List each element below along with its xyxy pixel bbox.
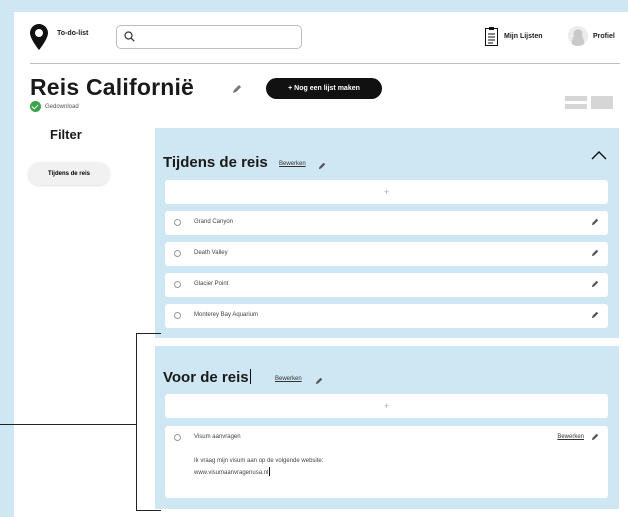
edit-pencil-icon[interactable] xyxy=(318,162,326,170)
edit-pencil-icon[interactable] xyxy=(591,249,599,257)
section-title-text: Voor de reis xyxy=(163,369,249,386)
annotation-bracket-bottom xyxy=(136,510,161,511)
annotation-bracket xyxy=(136,333,137,511)
edit-pencil-icon[interactable] xyxy=(232,84,242,94)
annotation-line xyxy=(0,424,136,425)
edit-pencil-icon[interactable] xyxy=(591,280,599,288)
item-checkbox[interactable] xyxy=(174,281,181,288)
list-section-tijdens-de-reis: Tijdens de reis Bewerken + Grand Canyon … xyxy=(155,128,619,338)
edit-pencil-icon[interactable] xyxy=(315,377,323,385)
my-lists-button[interactable]: Mijn Lijsten xyxy=(485,25,543,47)
list-item-expanded[interactable]: Visum aanvragen Bewerken Ik vraag mijn v… xyxy=(165,426,608,498)
checklist-icon xyxy=(485,26,498,46)
edit-item-link[interactable]: Bewerken xyxy=(557,434,584,440)
edit-section-link[interactable]: Bewerken xyxy=(275,376,302,382)
section-title: Tijdens de reis xyxy=(163,154,268,171)
item-note-field[interactable]: Ik vraag mijn visum aan op de volgende w… xyxy=(194,456,323,479)
page-title: Reis Californië xyxy=(30,74,195,100)
note-line: www.visumaanvragenusa.nl xyxy=(194,470,269,476)
item-label: Glacier Point xyxy=(194,281,229,287)
item-checkbox[interactable] xyxy=(174,250,181,257)
item-checkbox[interactable] xyxy=(174,434,181,441)
app-name[interactable]: To-do-list xyxy=(57,30,88,37)
search-input[interactable] xyxy=(139,29,297,45)
add-item-row[interactable]: + xyxy=(165,394,608,418)
item-label: Death Valley xyxy=(194,250,228,256)
my-lists-label: Mijn Lijsten xyxy=(504,32,543,40)
annotation-bracket-top xyxy=(136,333,161,334)
text-cursor xyxy=(249,369,251,384)
avatar xyxy=(568,26,588,46)
note-line: Ik vraag mijn visum aan op de volgende w… xyxy=(194,458,324,464)
item-checkbox[interactable] xyxy=(174,312,181,319)
item-checkbox[interactable] xyxy=(174,219,181,226)
edit-pencil-icon[interactable] xyxy=(591,311,599,319)
filter-chip-tijdens-de-reis[interactable]: Tijdens de reis xyxy=(28,162,110,185)
list-item[interactable]: Monterey Bay Aquarium xyxy=(165,304,608,328)
list-view-icon[interactable] xyxy=(565,96,587,109)
text-cursor xyxy=(269,467,271,476)
header-divider xyxy=(30,63,620,64)
search-icon xyxy=(124,31,135,42)
app-page: To-do-list Mijn Lijsten Profiel Reis Cal… xyxy=(14,12,628,517)
item-label: Monterey Bay Aquarium xyxy=(194,312,259,318)
chevron-up-icon[interactable] xyxy=(591,150,607,160)
list-item[interactable]: Death Valley xyxy=(165,242,608,266)
item-label: Visum aanvragen xyxy=(194,434,241,440)
search-bar[interactable] xyxy=(116,25,302,49)
edit-pencil-icon[interactable] xyxy=(591,433,599,441)
edit-section-link[interactable]: Bewerken xyxy=(279,161,306,167)
section-title[interactable]: Voor de reis xyxy=(163,369,251,386)
list-item[interactable]: Glacier Point xyxy=(165,273,608,297)
profile-button[interactable]: Profiel xyxy=(568,25,615,47)
profile-label: Profiel xyxy=(593,32,615,40)
download-status: Gedownload xyxy=(30,101,79,112)
location-pin-icon[interactable] xyxy=(30,24,48,50)
edit-pencil-icon[interactable] xyxy=(591,218,599,226)
add-item-row[interactable]: + xyxy=(165,180,608,204)
view-toggle xyxy=(565,96,613,109)
filter-title: Filter xyxy=(50,127,82,142)
download-status-label: Gedownload xyxy=(45,103,79,110)
item-label: Grand Canyon xyxy=(194,219,234,225)
list-section-voor-de-reis: Voor de reis Bewerken + Visum aanvragen … xyxy=(155,346,619,509)
create-list-button[interactable]: + Nog een lijst maken xyxy=(266,78,382,99)
grid-view-icon[interactable] xyxy=(591,96,613,109)
check-circle-icon xyxy=(30,101,41,112)
list-item[interactable]: Grand Canyon xyxy=(165,211,608,235)
